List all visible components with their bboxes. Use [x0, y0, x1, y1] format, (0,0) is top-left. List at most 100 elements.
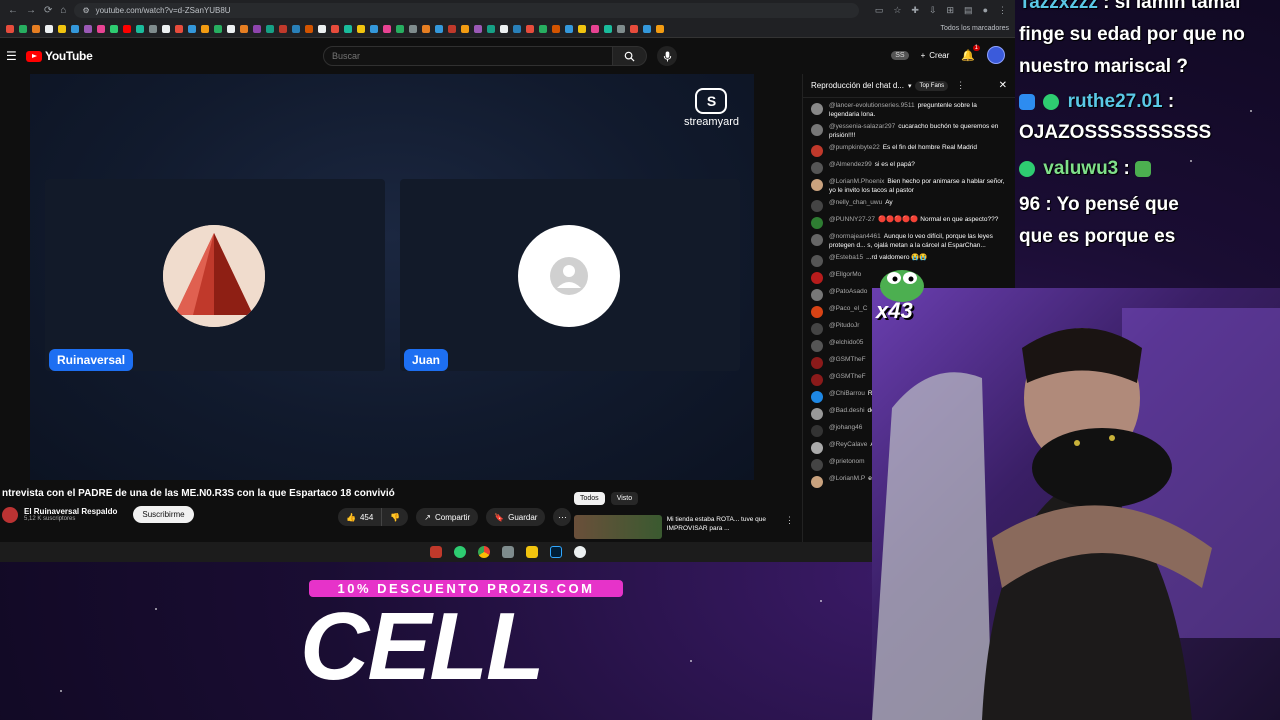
bookmark-favicon[interactable] [6, 24, 14, 33]
url-input[interactable]: ⚙ youtube.com/watch?v=d-ZSanYUB8U [74, 2, 859, 18]
bookmark-favicon[interactable] [149, 24, 157, 33]
chat-avatar[interactable] [811, 459, 823, 471]
bookmark-favicon[interactable] [409, 24, 417, 33]
chat-username[interactable]: @LorianM.Phoenix [829, 178, 884, 185]
chat-avatar[interactable] [811, 179, 823, 191]
bookmark-favicon[interactable] [617, 24, 625, 33]
video-player[interactable]: S streamyard Ruinaversal Juan [30, 74, 754, 480]
bookmark-favicon[interactable] [448, 24, 456, 33]
bookmark-favicon[interactable] [565, 24, 573, 33]
bookmark-favicon[interactable] [19, 24, 27, 33]
top-fans-badge[interactable]: Top Fans [915, 80, 949, 91]
chat-username[interactable]: @Paco_el_C [829, 305, 867, 312]
chat-username[interactable]: @PatoAsado [829, 288, 867, 295]
bookmark-favicon[interactable] [383, 24, 391, 33]
bookmark-favicon[interactable] [422, 24, 430, 33]
search-input[interactable] [323, 46, 613, 66]
app-icon[interactable] [453, 546, 466, 558]
more-actions-button[interactable]: ··· [553, 508, 572, 526]
chat-avatar[interactable] [811, 289, 823, 301]
bookmark-favicon[interactable] [396, 24, 404, 33]
bookmark-favicon[interactable] [201, 24, 209, 33]
forward-icon[interactable]: → [26, 5, 36, 16]
bookmark-favicon[interactable] [58, 24, 66, 33]
chat-username[interactable]: @nelly_chan_uwu [829, 199, 882, 206]
bookmark-favicon[interactable] [227, 24, 235, 33]
chat-title[interactable]: Reproducción del chat d... [811, 81, 904, 90]
notifications-button[interactable]: 🔔 1 [961, 44, 980, 62]
chat-menu-icon[interactable]: ⋮ [956, 80, 965, 91]
cast-icon[interactable]: ▭ [875, 5, 884, 16]
ss-badge[interactable]: SS [891, 50, 909, 60]
bookmark-favicon[interactable] [591, 24, 599, 33]
bookmark-favicon[interactable] [578, 24, 586, 33]
chat-avatar[interactable] [811, 374, 823, 386]
chat-avatar[interactable] [811, 162, 823, 174]
chevron-down-icon[interactable]: ▾ [908, 82, 912, 90]
extension-icon[interactable]: ✚ [911, 5, 919, 16]
menu-icon[interactable]: ⋮ [998, 5, 1007, 16]
chat-username[interactable]: @GSMTheF [829, 373, 866, 380]
chat-avatar[interactable] [811, 408, 823, 420]
chrome-icon[interactable] [477, 546, 490, 558]
bookmark-favicon[interactable] [45, 24, 53, 33]
chat-avatar[interactable] [811, 255, 823, 267]
chat-avatar[interactable] [811, 357, 823, 369]
chat-avatar[interactable] [811, 145, 823, 157]
bookmark-favicon[interactable] [370, 24, 378, 33]
bookmark-favicon[interactable] [474, 24, 482, 33]
chat-avatar[interactable] [811, 476, 823, 488]
chat-avatar[interactable] [811, 272, 823, 284]
bookmark-favicon[interactable] [656, 24, 664, 33]
bookmark-favicon[interactable] [513, 24, 521, 33]
chat-avatar[interactable] [811, 442, 823, 454]
bookmark-favicon[interactable] [162, 24, 170, 33]
dislike-button[interactable]: 👎 [382, 508, 409, 526]
chat-username[interactable]: @Almendez99 [829, 161, 872, 168]
chat-avatar[interactable] [811, 217, 823, 229]
bookmark-favicon[interactable] [253, 24, 261, 33]
chat-avatar[interactable] [811, 391, 823, 403]
bookmark-favicon[interactable] [461, 24, 469, 33]
bookmark-favicon[interactable] [123, 24, 131, 33]
recommended-more-icon[interactable]: ⋮ [785, 515, 794, 539]
channel-name[interactable]: El Ruinaversal Respaldo [24, 507, 117, 516]
bookmark-favicon[interactable] [292, 24, 300, 33]
bookmark-favicon[interactable] [435, 24, 443, 33]
bookmark-favicon[interactable] [71, 24, 79, 33]
bookmark-favicon[interactable] [604, 24, 612, 33]
channel-avatar[interactable] [2, 506, 18, 523]
chat-username[interactable]: @normajean4461 [829, 233, 881, 240]
bookmark-favicon[interactable] [32, 24, 40, 33]
sidebar-icon[interactable]: ▤ [964, 5, 973, 16]
chat-avatar[interactable] [811, 340, 823, 352]
bookmark-favicon[interactable] [305, 24, 313, 33]
chat-username[interactable]: @ReyCalave [829, 441, 867, 448]
bookmark-favicon[interactable] [552, 24, 560, 33]
app-icon[interactable] [429, 546, 442, 558]
bookmark-favicon[interactable] [84, 24, 92, 33]
bookmark-favicon[interactable] [97, 24, 105, 33]
voice-search-button[interactable] [657, 46, 677, 66]
chat-username[interactable]: @lancer-evolutionseries.9511 [829, 102, 915, 109]
share-button[interactable]: ↗ Compartir [416, 508, 479, 526]
bookmark-favicon[interactable] [110, 24, 118, 33]
bookmark-favicon[interactable] [487, 24, 495, 33]
site-info-icon[interactable]: ⚙ [82, 6, 89, 15]
bookmark-favicon[interactable] [357, 24, 365, 33]
bookmark-favicon[interactable] [279, 24, 287, 33]
like-button[interactable]: 👍 454 [338, 508, 383, 526]
recommended-title[interactable]: Mi tienda estaba ROTA... tuve que IMPROV… [667, 515, 774, 539]
photoshop-icon[interactable] [549, 546, 562, 558]
chat-avatar[interactable] [811, 103, 823, 115]
chip-todos[interactable]: Todos [574, 492, 605, 505]
chat-username[interactable]: @PitudoJr [829, 322, 859, 329]
bookmark-favicon[interactable] [526, 24, 534, 33]
chat-username[interactable]: @pumpkinbyte22 [829, 144, 880, 151]
chat-avatar[interactable] [811, 124, 823, 136]
bookmark-favicon[interactable] [266, 24, 274, 33]
bookmark-favicon[interactable] [240, 24, 248, 33]
youtube-logo[interactable]: YouTube [26, 49, 93, 63]
bookmark-star-icon[interactable]: ☆ [893, 5, 901, 16]
recommended-video[interactable]: Mi tienda estaba ROTA... tuve que IMPROV… [574, 515, 794, 539]
